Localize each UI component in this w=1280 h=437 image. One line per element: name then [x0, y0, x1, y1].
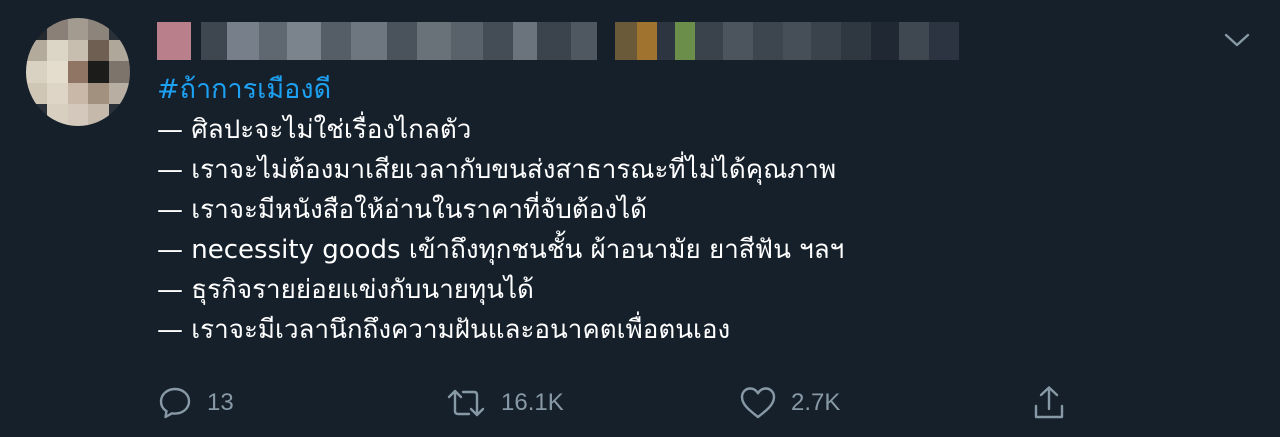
heart-icon	[740, 387, 776, 419]
share-button[interactable]	[1031, 378, 1067, 428]
like-button[interactable]: 2.7K	[739, 378, 840, 428]
reply-button[interactable]: 13	[157, 378, 234, 428]
tweet-line: — เราจะมีหนังสือให้อ่านในราคาที่จับต้องไ…	[157, 195, 648, 225]
hashtag-link[interactable]: #ถ้าการเมืองดี	[157, 68, 1247, 110]
tweet-actions: 13 16.1K 2.7K	[157, 378, 1257, 428]
tweet-line: — ธุรกิจรายย่อยแข่งกับนายทุนได้	[157, 275, 534, 305]
author-name-redacted[interactable]	[157, 22, 959, 60]
share-icon	[1034, 386, 1064, 419]
tweet-menu-button[interactable]	[1222, 28, 1252, 52]
retweet-icon	[447, 389, 485, 417]
like-count: 2.7K	[791, 389, 841, 416]
tweet-line: — เราจะมีเวลานึกถึงความฝันและอนาคตเพื่อต…	[157, 315, 731, 345]
avatar[interactable]	[26, 18, 130, 126]
reply-count: 13	[207, 389, 234, 416]
reply-icon	[159, 387, 191, 419]
retweet-button[interactable]: 16.1K	[445, 378, 564, 428]
tweet-text: #ถ้าการเมืองดี — ศิลปะจะไม่ใช่เรื่องไกลต…	[157, 68, 1247, 350]
tweet-line: — ศิลปะจะไม่ใช่เรื่องไกลตัว	[157, 115, 472, 145]
tweet-line: — เราจะไม่ต้องมาเสียเวลากับขนส่งสาธารณะท…	[157, 155, 837, 185]
chevron-down-icon	[1224, 33, 1250, 47]
tweet-line: — necessity goods เข้าถึงทุกชนชั้น ผ้าอน…	[157, 235, 845, 265]
tweet: #ถ้าการเมืองดี — ศิลปะจะไม่ใช่เรื่องไกลต…	[0, 0, 1280, 437]
retweet-count: 16.1K	[501, 389, 564, 416]
